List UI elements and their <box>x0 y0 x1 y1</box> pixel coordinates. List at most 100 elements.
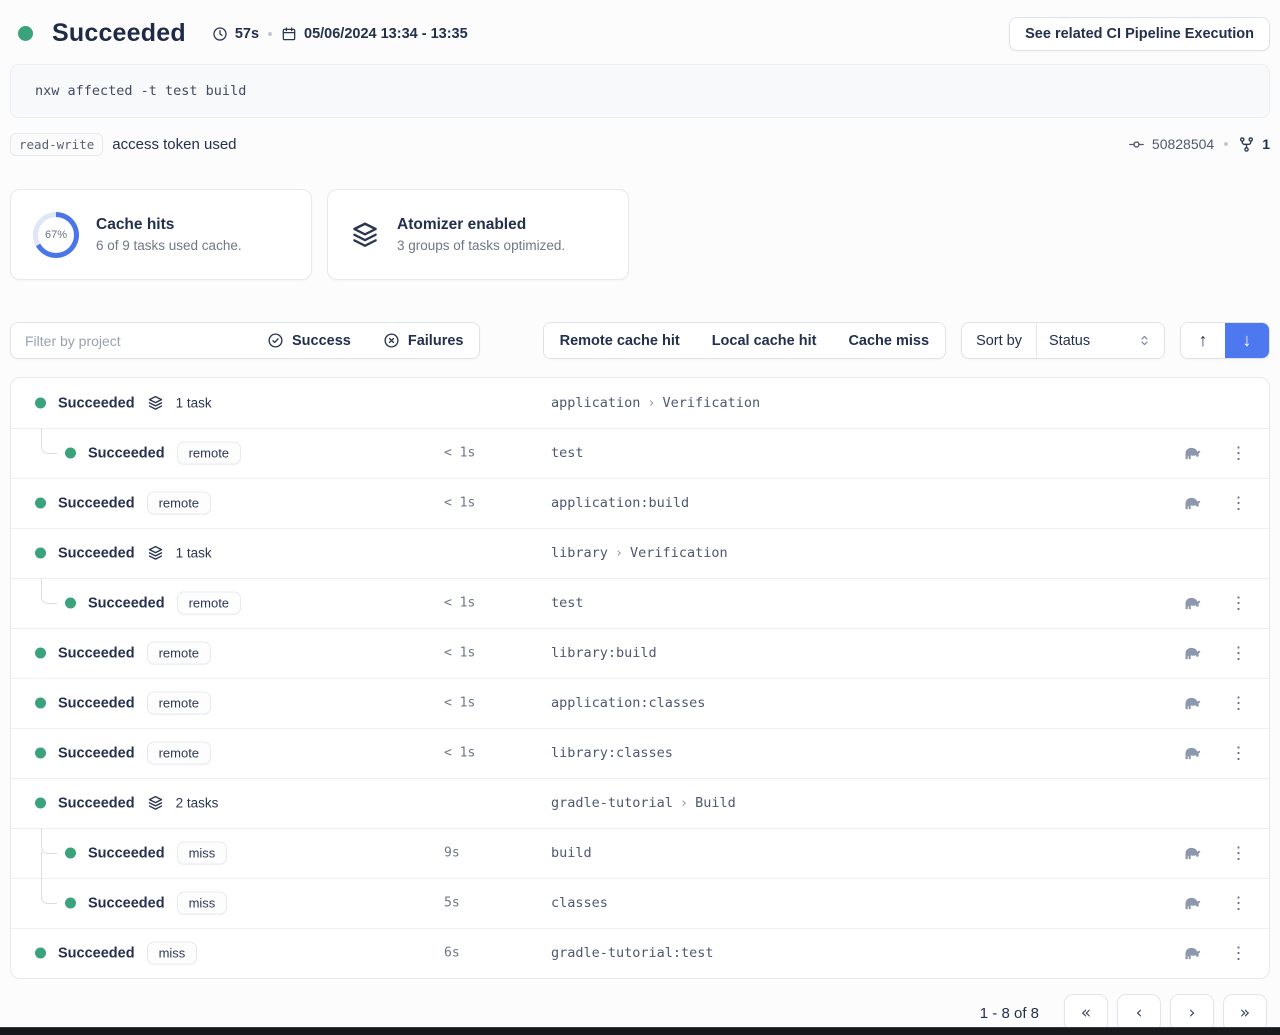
row-status-label: Succeeded <box>58 695 135 711</box>
row-duration: < 1s <box>444 696 475 711</box>
status-dot <box>35 498 46 509</box>
cache-hits-subtitle: 6 of 9 tasks used cache. <box>96 238 242 253</box>
task-row[interactable]: Succeeded remote < 1s library:build ⋮ <box>11 628 1269 678</box>
row-status-label: Succeeded <box>58 545 135 561</box>
gradle-elephant-icon[interactable] <box>1182 643 1203 664</box>
sort-select[interactable]: Status <box>1036 323 1164 358</box>
gradle-elephant-icon[interactable] <box>1182 893 1203 914</box>
kebab-menu-icon[interactable]: ⋮ <box>1230 895 1247 912</box>
row-task-name: test <box>551 595 584 611</box>
row-status-label: Succeeded <box>58 495 135 511</box>
sort-select-value: Status <box>1049 333 1090 349</box>
atomizer-layers-icon <box>147 795 164 812</box>
kebab-menu-icon[interactable]: ⋮ <box>1230 745 1247 762</box>
cache-status-badge: remote <box>177 442 241 465</box>
summary-cards: 67% Cache hits 6 of 9 tasks used cache. … <box>10 189 1270 280</box>
cache-miss-button[interactable]: Cache miss <box>832 323 945 358</box>
task-row[interactable]: Succeeded remote < 1s test ⋮ <box>11 428 1269 478</box>
kebab-menu-icon[interactable]: ⋮ <box>1230 495 1247 512</box>
group-target-name: Verification <box>663 395 761 411</box>
failures-filter-label: Failures <box>408 333 464 349</box>
row-task-name: classes <box>551 895 608 911</box>
sort-ascending-button[interactable]: ↑ <box>1181 323 1225 358</box>
kebab-menu-icon[interactable]: ⋮ <box>1230 695 1247 712</box>
cache-hits-donut-chart: 67% <box>33 212 79 258</box>
row-duration: < 1s <box>444 596 475 611</box>
local-cache-hit-button[interactable]: Local cache hit <box>696 323 833 358</box>
row-task-name: application:classes <box>551 695 705 711</box>
sort-descending-button[interactable]: ↓ <box>1225 323 1269 358</box>
row-status-label: Succeeded <box>88 845 165 861</box>
gradle-elephant-icon[interactable] <box>1182 493 1203 514</box>
task-row[interactable]: Succeeded remote < 1s library:classes ⋮ <box>11 728 1269 778</box>
command-text: nxw affected -t test build <box>35 83 246 99</box>
remote-cache-hit-button[interactable]: Remote cache hit <box>544 323 696 358</box>
cache-status-badge: remote <box>177 592 241 615</box>
status-dot <box>35 798 46 809</box>
row-status-label: Succeeded <box>88 445 165 461</box>
group-path: application›Verification <box>551 395 760 411</box>
gradle-elephant-icon[interactable] <box>1182 593 1203 614</box>
task-group-row[interactable]: Succeeded 1 task application›Verificatio… <box>11 378 1269 428</box>
task-row[interactable]: Succeeded remote < 1s application:classe… <box>11 678 1269 728</box>
run-header: Succeeded 57s 05/06/2024 13:34 - 13:35 S… <box>10 0 1270 52</box>
gradle-elephant-icon[interactable] <box>1182 743 1203 764</box>
chevron-right-icon: › <box>680 795 688 811</box>
project-filter-group: Success Failures <box>10 322 480 359</box>
task-row[interactable]: Succeeded miss 5s classes ⋮ <box>11 878 1269 928</box>
status-dot <box>18 26 33 41</box>
kebab-menu-icon[interactable]: ⋮ <box>1230 645 1247 662</box>
access-token-text: access token used <box>112 136 236 153</box>
task-row[interactable]: Succeeded miss 6s gradle-tutorial:test ⋮ <box>11 928 1269 978</box>
status-dot <box>35 648 46 659</box>
branch-count-link[interactable]: 1 <box>1262 136 1270 152</box>
task-group-row[interactable]: Succeeded 2 tasks gradle-tutorial›Build <box>11 778 1269 828</box>
task-row[interactable]: Succeeded remote < 1s test ⋮ <box>11 578 1269 628</box>
row-task-name: library:build <box>551 645 657 661</box>
run-duration-label: 57s <box>235 26 259 42</box>
cache-status-badge: miss <box>177 842 228 865</box>
chevron-up-down-icon <box>1137 333 1152 348</box>
row-duration: < 1s <box>444 496 475 511</box>
row-status-label: Succeeded <box>88 595 165 611</box>
sort-direction-group: ↑ ↓ <box>1180 322 1270 359</box>
row-tasks-count: 1 task <box>176 396 212 411</box>
gradle-elephant-icon[interactable] <box>1182 843 1203 864</box>
task-row[interactable]: Succeeded miss 9s build ⋮ <box>11 828 1269 878</box>
gradle-elephant-icon[interactable] <box>1182 943 1203 964</box>
cache-hits-title: Cache hits <box>96 216 242 234</box>
atomizer-layers-icon <box>350 220 380 250</box>
run-date-range: 05/06/2024 13:34 - 13:35 <box>281 26 468 42</box>
task-row[interactable]: Succeeded remote < 1s application:build … <box>11 478 1269 528</box>
row-duration: < 1s <box>444 646 475 661</box>
kebab-menu-icon[interactable]: ⋮ <box>1230 945 1247 962</box>
project-filter-input[interactable] <box>11 323 251 358</box>
see-related-ci-pipeline-button[interactable]: See related CI Pipeline Execution <box>1009 17 1270 51</box>
task-group-row[interactable]: Succeeded 1 task library›Verification <box>11 528 1269 578</box>
row-duration: 9s <box>444 846 460 861</box>
success-filter-button[interactable]: Success <box>251 323 367 358</box>
cache-hits-card: 67% Cache hits 6 of 9 tasks used cache. <box>10 189 312 280</box>
calendar-icon <box>281 26 297 42</box>
group-target-name: Build <box>695 795 736 811</box>
x-circle-icon <box>383 332 400 349</box>
row-status-label: Succeeded <box>58 745 135 761</box>
filter-bar: Success Failures Remote cache hit Local … <box>10 322 1270 359</box>
kebab-menu-icon[interactable]: ⋮ <box>1230 845 1247 862</box>
kebab-menu-icon[interactable]: ⋮ <box>1230 445 1247 462</box>
kebab-menu-icon[interactable]: ⋮ <box>1230 595 1247 612</box>
gradle-elephant-icon[interactable] <box>1182 443 1203 464</box>
atomizer-layers-icon <box>147 395 164 412</box>
row-tasks-count: 1 task <box>176 546 212 561</box>
status-dot <box>35 748 46 759</box>
status-dot <box>35 948 46 959</box>
row-task-name: library:classes <box>551 745 673 761</box>
cache-status-badge: remote <box>147 692 211 715</box>
cache-status-badge: miss <box>177 892 228 915</box>
atomizer-title: Atomizer enabled <box>397 216 565 234</box>
gradle-elephant-icon[interactable] <box>1182 693 1203 714</box>
commit-id-link[interactable]: 50828504 <box>1152 136 1214 152</box>
failures-filter-button[interactable]: Failures <box>367 323 480 358</box>
row-status-label: Succeeded <box>58 395 135 411</box>
command-box: nxw affected -t test build <box>10 64 1270 118</box>
